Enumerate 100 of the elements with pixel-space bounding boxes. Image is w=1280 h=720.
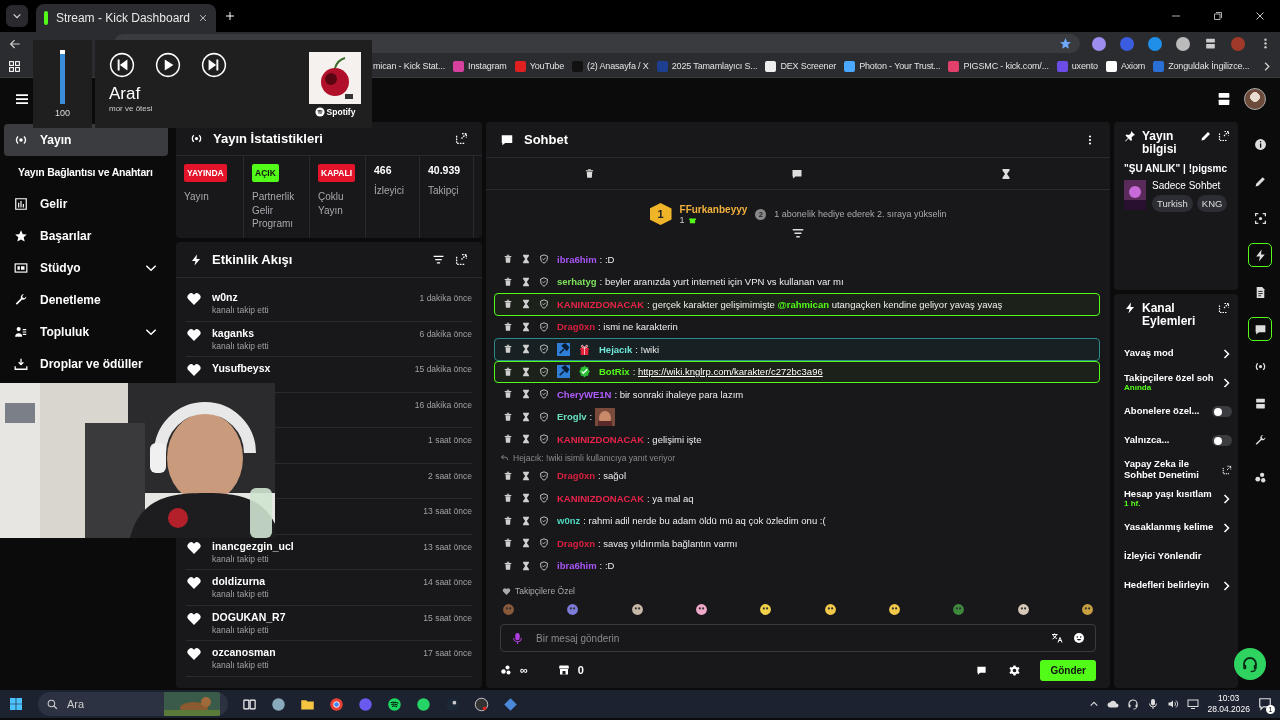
- emote-icon[interactable]: [695, 602, 708, 616]
- channel-action[interactable]: Yavaş mod: [1124, 348, 1216, 359]
- hourglass-icon[interactable]: [521, 344, 531, 355]
- emote-icon[interactable]: [1080, 602, 1094, 616]
- shield-icon[interactable]: [539, 493, 549, 504]
- sidebar-item[interactable]: Yayın Bağlantısı ve Anahtarı: [4, 156, 168, 188]
- username[interactable]: ibra6him: [557, 560, 597, 572]
- search-field[interactable]: Ara: [38, 692, 228, 716]
- trash-icon[interactable]: [503, 411, 513, 422]
- channel-action[interactable]: Yapay Zeka ile Sohbet Denetimi: [1124, 459, 1218, 481]
- hourglass-icon[interactable]: [521, 411, 531, 422]
- shield-icon[interactable]: [539, 344, 549, 355]
- bookmark[interactable]: (2) Anasayfa / X: [572, 60, 649, 72]
- message-input[interactable]: Bir mesaj gönderin: [534, 631, 1041, 645]
- shield-icon[interactable]: [539, 321, 549, 332]
- username[interactable]: Eroglv: [557, 411, 587, 423]
- shield-icon[interactable]: [539, 515, 549, 526]
- shield-icon[interactable]: [539, 560, 549, 571]
- toggle-switch[interactable]: [1212, 406, 1232, 418]
- browser-tab[interactable]: Stream - Kick Dashboard: [36, 4, 216, 32]
- channel-action[interactable]: Hedefleri belirleyin: [1124, 580, 1216, 591]
- sidebar-item[interactable]: Topluluk: [4, 316, 168, 348]
- shield-icon[interactable]: [539, 389, 549, 400]
- shield-icon[interactable]: [539, 366, 549, 377]
- tag[interactable]: KNG: [1196, 195, 1228, 213]
- new-tab-icon[interactable]: [224, 10, 236, 22]
- bookmark[interactable]: uxento: [1056, 60, 1098, 72]
- expand-icon[interactable]: [1218, 130, 1230, 142]
- bookmark[interactable]: PIGSMC - kick.com/...: [948, 60, 1049, 72]
- username[interactable]: CheryWE1N: [557, 388, 612, 400]
- channel-action[interactable]: İzleyici Yönlendir: [1124, 551, 1232, 562]
- trash-icon[interactable]: [503, 434, 513, 445]
- hourglass-icon[interactable]: [521, 493, 531, 504]
- hourglass-icon[interactable]: [999, 167, 1012, 180]
- send-button[interactable]: Gönder: [1040, 659, 1096, 681]
- hourglass-icon[interactable]: [521, 276, 531, 287]
- trash-icon[interactable]: [503, 299, 513, 310]
- cloud-icon[interactable]: [1107, 698, 1120, 710]
- shield-icon[interactable]: [539, 254, 549, 265]
- trash-icon[interactable]: [503, 560, 513, 571]
- pin-icon[interactable]: [1124, 130, 1136, 142]
- app-icon[interactable]: [271, 696, 286, 712]
- notification-icon[interactable]: [1258, 697, 1272, 711]
- expand-icon[interactable]: [1222, 464, 1232, 475]
- trash-icon[interactable]: [503, 366, 513, 377]
- expand-icon[interactable]: [1218, 302, 1230, 314]
- username[interactable]: Hejacık: [599, 343, 633, 355]
- emote-icon[interactable]: [823, 602, 837, 616]
- filter-icon[interactable]: [432, 253, 445, 266]
- username[interactable]: w0nz: [557, 515, 581, 527]
- close-icon[interactable]: [1254, 10, 1266, 22]
- toggle-switch[interactable]: [1212, 435, 1232, 447]
- avatar[interactable]: [1244, 88, 1266, 110]
- channel-action[interactable]: Abonelere özel...: [1124, 406, 1208, 417]
- hourglass-icon[interactable]: [521, 560, 531, 571]
- category[interactable]: Sadece Sohbet: [1152, 180, 1228, 192]
- expand-icon[interactable]: [455, 253, 468, 266]
- lightning-button[interactable]: [1248, 243, 1272, 267]
- chevron-up-icon[interactable]: [1089, 699, 1100, 709]
- username[interactable]: KANINIZDONACAK: [557, 298, 645, 310]
- channel-action[interactable]: Yalnızca...: [1124, 435, 1208, 446]
- start-icon[interactable]: [8, 696, 24, 712]
- scroll-down-icon[interactable]: [791, 226, 805, 240]
- settings-icon[interactable]: [1009, 664, 1021, 676]
- username[interactable]: ibra6him: [557, 253, 597, 265]
- bookmark[interactable]: Photon - Your Trust...: [844, 60, 941, 72]
- username[interactable]: FFurkanbeyyy: [679, 203, 748, 215]
- username[interactable]: Drag0xn: [557, 321, 595, 333]
- username[interactable]: KANINIZDONACAK: [557, 492, 645, 504]
- app-icon[interactable]: [387, 696, 402, 712]
- headphones-icon[interactable]: [1127, 698, 1140, 710]
- microphone-icon[interactable]: [1147, 698, 1160, 710]
- bookmark[interactable]: Instagram: [453, 60, 507, 72]
- hourglass-icon[interactable]: [521, 470, 531, 481]
- bookmark[interactable]: YouTube: [514, 60, 565, 72]
- display-icon[interactable]: [1187, 698, 1200, 710]
- extension-icon[interactable]: [1148, 36, 1162, 51]
- emote-icon[interactable]: [759, 602, 773, 616]
- bookmark[interactable]: Axiom: [1105, 60, 1146, 72]
- store-icon[interactable]: [557, 664, 570, 676]
- star-icon[interactable]: [1059, 37, 1072, 50]
- trash-icon[interactable]: [503, 344, 513, 355]
- trash-icon[interactable]: [503, 470, 513, 481]
- hourglass-icon[interactable]: [521, 366, 531, 377]
- trash-icon[interactable]: [503, 493, 513, 504]
- bookmark[interactable]: DEX Screener: [765, 60, 837, 72]
- hourglass-icon[interactable]: [521, 389, 531, 400]
- tab-list-button[interactable]: [6, 5, 28, 27]
- app-icon[interactable]: [416, 696, 431, 712]
- trash-icon[interactable]: [503, 254, 513, 265]
- previous-button[interactable]: [109, 52, 135, 78]
- shield-icon[interactable]: [539, 434, 549, 445]
- browser-icon[interactable]: [329, 696, 344, 712]
- restore-icon[interactable]: [1212, 10, 1224, 22]
- extension-icon[interactable]: [1092, 36, 1106, 51]
- volume-slider[interactable]: [60, 50, 65, 104]
- bookmark[interactable]: mican - Kick Stat...: [373, 61, 446, 71]
- channel-action[interactable]: Takipçilere özel soh Anında: [1124, 373, 1216, 393]
- clock[interactable]: 10:03 28.04.2026: [1207, 693, 1250, 715]
- dots-icon[interactable]: [500, 664, 512, 676]
